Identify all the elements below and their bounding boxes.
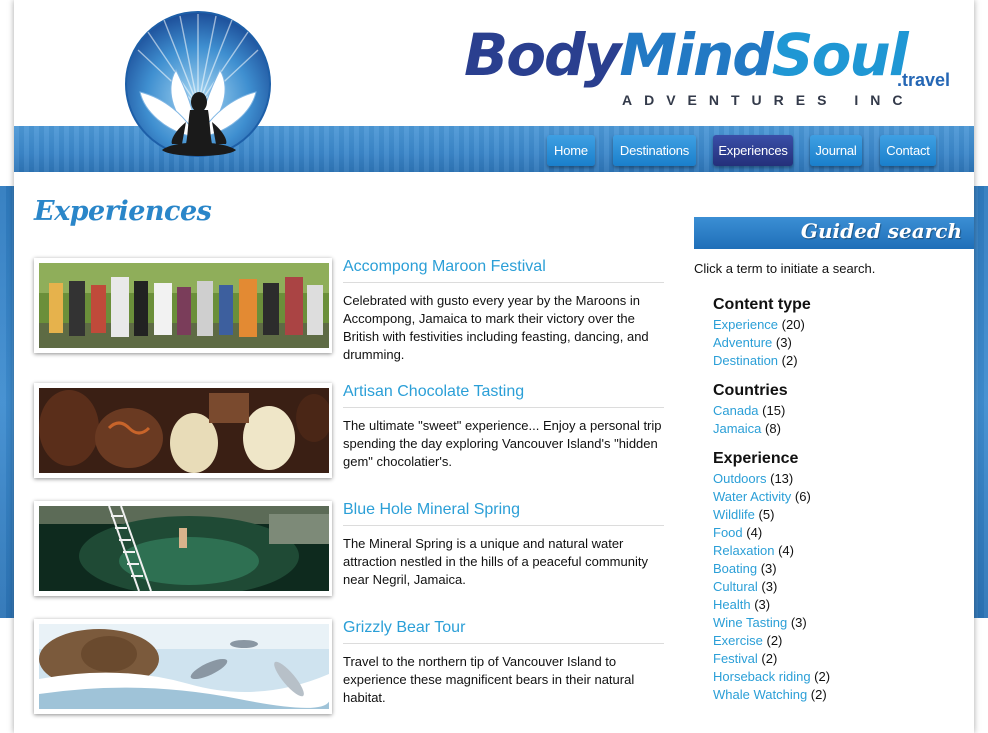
facet-term-count: (13)	[770, 471, 794, 486]
facet-term-link[interactable]: Exercise	[713, 633, 763, 648]
facet-term-link[interactable]: Outdoors	[713, 471, 766, 486]
item-title-link[interactable]: Grizzly Bear Tour	[343, 619, 664, 644]
facet-term-count: (3)	[754, 597, 771, 612]
facet-term: Exercise (2)	[713, 632, 830, 650]
facet-title: Countries	[713, 382, 788, 399]
facet-term-count: (3)	[775, 335, 792, 350]
facet-term-count: (15)	[762, 403, 786, 418]
brand-word-mind: Mind	[619, 21, 773, 89]
facet-countries: Countries Canada (15) Jamaica (8)	[713, 380, 788, 438]
facet-term-link[interactable]: Water Activity	[713, 489, 791, 504]
facet-term-link[interactable]: Experience	[713, 317, 778, 332]
facet-term-count: (2)	[810, 687, 827, 702]
facet-term: Jamaica (8)	[713, 420, 788, 438]
facet-term-count: (20)	[781, 317, 805, 332]
main-nav: Home Destinations Experiences Journal Co…	[14, 135, 974, 167]
facet-term-link[interactable]: Wine Tasting	[713, 615, 787, 630]
facet-term-count: (8)	[765, 421, 781, 436]
facet-term-count: (6)	[794, 489, 811, 504]
facet-term-link[interactable]: Canada	[713, 403, 759, 418]
facet-term: Festival (2)	[713, 650, 830, 668]
brand-subtitle: ADVENTURES INC	[622, 92, 915, 108]
list-item: Blue Hole Mineral Spring The Mineral Spr…	[34, 501, 666, 601]
facet-term-count: (2)	[814, 669, 831, 684]
facet-term-link[interactable]: Horseback riding	[713, 669, 811, 684]
facet-term-link[interactable]: Adventure	[713, 335, 772, 350]
facet-title: Experience	[713, 450, 799, 467]
facet-term-link[interactable]: Health	[713, 597, 751, 612]
festival-photo	[39, 263, 329, 348]
facet-term: Wine Tasting (3)	[713, 614, 830, 632]
nav-destinations-button[interactable]: Destinations	[613, 135, 696, 166]
facet-term-link[interactable]: Destination	[713, 353, 778, 368]
facet-term-count: (2)	[761, 651, 778, 666]
facet-term: Adventure (3)	[713, 334, 811, 352]
facet-term-link[interactable]: Whale Watching	[713, 687, 807, 702]
page-title: Experiences	[34, 196, 212, 227]
item-thumbnail[interactable]	[34, 383, 332, 478]
facet-term-link[interactable]: Wildlife	[713, 507, 755, 522]
facet-term-link[interactable]: Boating	[713, 561, 757, 576]
facet-term: Outdoors (13)	[713, 470, 830, 488]
spring-photo	[39, 506, 329, 591]
nav-experiences-button[interactable]: Experiences	[713, 135, 793, 166]
facet-term: Destination (2)	[713, 352, 811, 370]
item-thumbnail[interactable]	[34, 619, 332, 714]
list-item: Accompong Maroon Festival Celebrated wit…	[34, 258, 666, 362]
facet-term-link[interactable]: Relaxation	[713, 543, 774, 558]
facet-term-count: (4)	[778, 543, 794, 558]
item-title-link[interactable]: Artisan Chocolate Tasting	[343, 383, 664, 408]
facet-content-type: Content type Experience (20) Adventure (…	[713, 294, 811, 370]
facet-term: Relaxation (4)	[713, 542, 830, 560]
list-item: Artisan Chocolate Tasting The ultimate "…	[34, 383, 666, 483]
grizzly-photo	[39, 624, 329, 709]
facet-term: Cultural (3)	[713, 578, 830, 596]
facet-term: Experience (20)	[713, 316, 811, 334]
item-description: The ultimate "sweet" experience... Enjoy…	[343, 418, 662, 469]
guided-search-title: Guided search	[800, 219, 962, 243]
list-item: Grizzly Bear Tour Travel to the northern…	[34, 619, 666, 719]
facet-term-count: (3)	[790, 615, 807, 630]
nav-journal-button[interactable]: Journal	[810, 135, 862, 166]
facet-term-link[interactable]: Food	[713, 525, 743, 540]
guided-search-intro: Click a term to initiate a search.	[694, 261, 876, 276]
facet-term: Health (3)	[713, 596, 830, 614]
nav-home-button[interactable]: Home	[547, 135, 595, 166]
chocolate-photo	[39, 388, 329, 473]
brand-title: BodyMindSoul	[464, 18, 909, 92]
facet-term: Boating (3)	[713, 560, 830, 578]
item-description: Travel to the northern tip of Vancouver …	[343, 654, 635, 705]
brand-word-soul: Soul	[771, 21, 909, 89]
item-thumbnail[interactable]	[34, 258, 332, 353]
item-title-link[interactable]: Blue Hole Mineral Spring	[343, 501, 664, 526]
facet-term-count: (3)	[760, 561, 777, 576]
facet-term-link[interactable]: Jamaica	[713, 421, 761, 436]
facet-term: Whale Watching (2)	[713, 686, 830, 704]
facet-term: Wildlife (5)	[713, 506, 830, 524]
facet-term: Food (4)	[713, 524, 830, 542]
facet-term-count: (5)	[758, 507, 775, 522]
brand-word-body: Body	[464, 21, 621, 89]
item-description: Celebrated with gusto every year by the …	[343, 293, 649, 362]
page-container: BodyMindSoul .travel ADVENTURES INC Home…	[14, 0, 974, 733]
facet-term: Canada (15)	[713, 402, 788, 420]
item-title-link[interactable]: Accompong Maroon Festival	[343, 258, 664, 283]
facet-term: Water Activity (6)	[713, 488, 830, 506]
guided-search-header: Guided search	[694, 217, 974, 249]
item-description: The Mineral Spring is a unique and natur…	[343, 536, 648, 587]
brand-wordmark[interactable]: BodyMindSoul .travel ADVENTURES INC	[464, 18, 964, 118]
facet-term-link[interactable]: Cultural	[713, 579, 758, 594]
nav-contact-button[interactable]: Contact	[880, 135, 936, 166]
brand-tld: .travel	[897, 70, 951, 90]
item-thumbnail[interactable]	[34, 501, 332, 596]
facet-term-count: (4)	[746, 525, 763, 540]
facet-term: Horseback riding (2)	[713, 668, 830, 686]
facet-term-count: (3)	[761, 579, 778, 594]
facet-term-count: (2)	[781, 353, 798, 368]
facet-title: Content type	[713, 296, 811, 313]
facet-experience: Experience Outdoors (13) Water Activity …	[713, 448, 830, 704]
facet-term-count: (2)	[766, 633, 783, 648]
facet-term-link[interactable]: Festival	[713, 651, 758, 666]
